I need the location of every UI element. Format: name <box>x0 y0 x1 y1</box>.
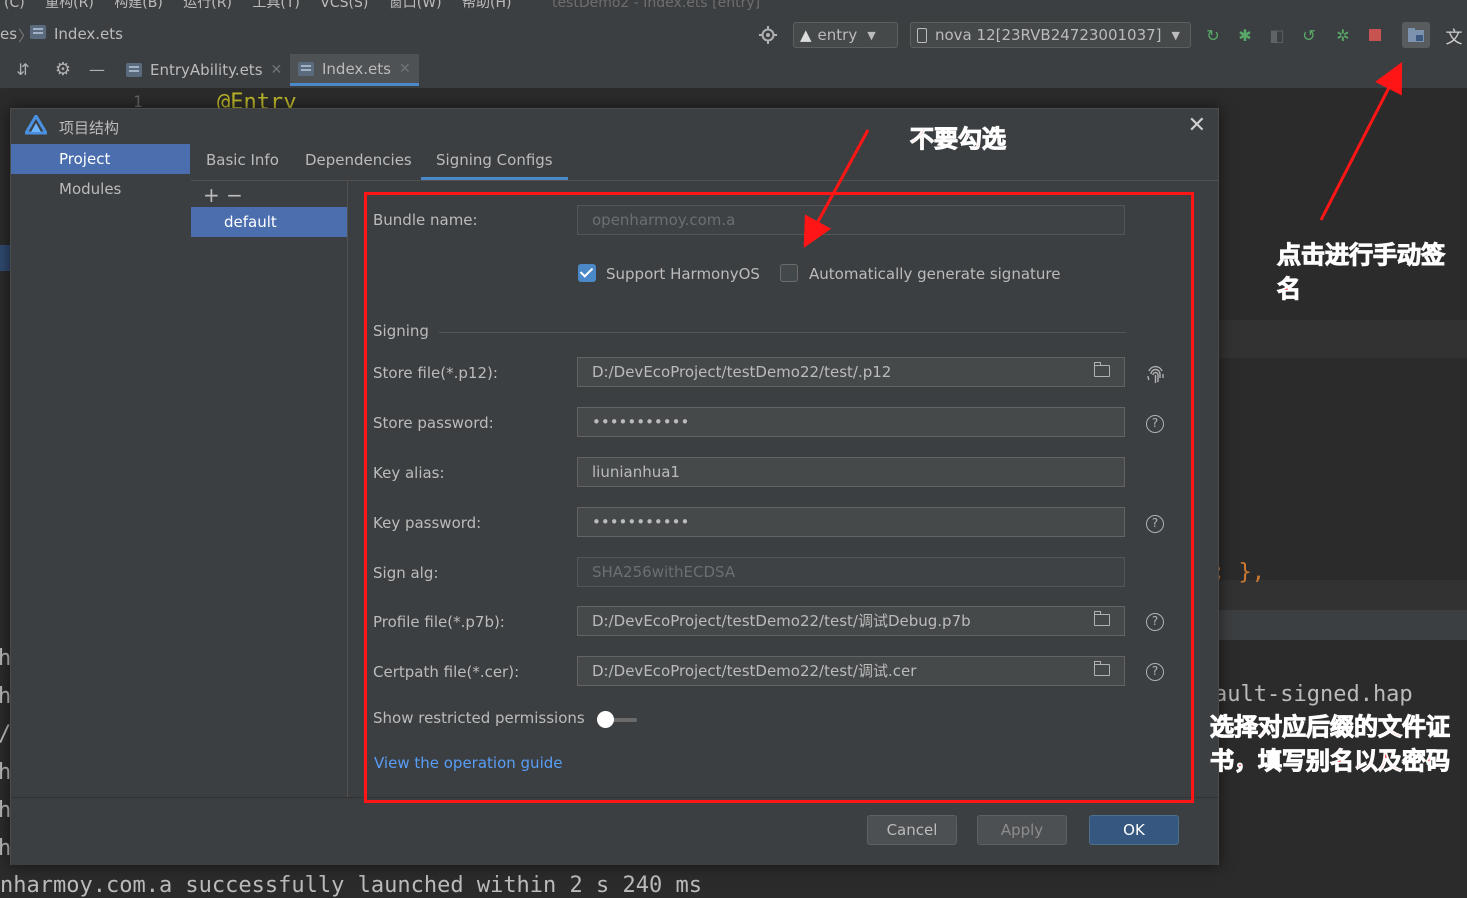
annotation-arrow-checkbox <box>803 129 870 248</box>
annotation-manual-sign: 点击进行手动签名 <box>1277 241 1446 304</box>
annotation-dont-check: 不要勾选 <box>910 125 1007 154</box>
annotation-select-files: 选择对应后缀的文件证书，填写别名以及密码 <box>1210 713 1451 776</box>
annotation-arrow-toolbar <box>1319 61 1403 221</box>
